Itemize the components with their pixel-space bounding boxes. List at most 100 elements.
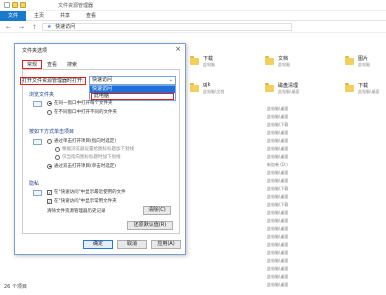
browse-same-window-label: 在同一窗口中打开每个文件夹 (54, 101, 113, 106)
open-explorer-label: 打开文件资源管理器时打开: (20, 77, 86, 85)
list-item[interactable]: 此电脑\桌面 (267, 170, 288, 176)
list-item[interactable]: 此电脑\桌面 (267, 154, 288, 160)
folder-icon[interactable] (345, 56, 354, 65)
recent-files-label: 在"快速访问"中显示最近使用的文件 (54, 190, 126, 195)
folder-icon[interactable] (190, 83, 199, 92)
list-item[interactable]: 此电脑\桌面 (267, 146, 288, 152)
folder-location: 此电脑\文档 (203, 89, 225, 94)
underline-hover-option: 仅当指向图标标题时加下划线 (55, 154, 121, 160)
restore-defaults-button[interactable]: 还原默认值(R) (127, 221, 173, 230)
browse-same-window-option[interactable]: 在同一窗口中打开每个文件夹 (47, 100, 113, 106)
title-bar: 文件资源管理器 (0, 0, 386, 11)
chevron-down-icon: ⌄ (168, 77, 173, 83)
radio-unselected[interactable] (47, 109, 52, 115)
frequent-folders-label: 在"快速访问"中显示常用文件夹 (54, 199, 117, 204)
list-item[interactable]: 此电脑\下载 (267, 186, 288, 192)
address-text: 快速访问 (55, 24, 76, 30)
folder-icon[interactable] (12, 2, 18, 8)
folder-name[interactable]: 图片 (358, 55, 368, 62)
radio-selected[interactable] (47, 100, 52, 106)
folder-name[interactable]: 磁盘清理 (278, 82, 298, 89)
folder-name[interactable]: 下载 (203, 55, 213, 62)
list-item[interactable]: 此电脑\桌面 (267, 282, 288, 288)
ribbon-tab-home[interactable]: 主页 (26, 11, 52, 21)
browse-folders-icon (33, 101, 42, 107)
folder-icon[interactable] (265, 83, 274, 92)
tab-search[interactable]: 搜索 (62, 60, 82, 69)
ribbon-tabs: 文件 主页 共享 查看 (0, 11, 386, 21)
list-item[interactable]: 此电脑\桌面 (267, 210, 288, 216)
list-item[interactable]: 此电脑\桌面 (267, 178, 288, 184)
new-folder-icon[interactable] (20, 2, 26, 8)
list-item[interactable]: 此电脑\桌面 (267, 106, 288, 112)
cancel-button[interactable]: 取消 (117, 240, 147, 249)
clear-history-row: 清除文件资源管理器历史记录 (47, 208, 106, 214)
star-icon: ★ (47, 24, 52, 30)
radio-unselected (55, 154, 60, 160)
folder-location: 此电脑\桌面 (358, 89, 380, 94)
list-item[interactable]: 此电脑\桌面 (267, 130, 288, 136)
list-item[interactable]: 此电脑\桌面 (267, 226, 288, 232)
dialog-title: 文件夹选项 (22, 48, 48, 54)
folder-name[interactable]: 文档 (278, 55, 288, 62)
folder-location: 此电脑 (358, 62, 370, 67)
option-quick-access[interactable]: 快速访问 (90, 86, 175, 93)
list-item[interactable]: 此电脑\桌面 (267, 258, 288, 264)
option-this-pc[interactable]: 此电脑 (91, 93, 174, 100)
clear-history-label: 清除文件资源管理器历史记录 (47, 209, 106, 214)
tab-view[interactable]: 查看 (42, 60, 62, 69)
checkbox-checked[interactable]: ✓ (47, 189, 52, 195)
browse-new-window-option[interactable]: 在不同窗口中打开不同的文件夹 (47, 109, 117, 115)
select-value: 快速访问 (92, 77, 113, 83)
address-bar[interactable]: ★ 快速访问 (42, 23, 292, 31)
browse-new-window-label: 在不同窗口中打开不同的文件夹 (54, 110, 117, 115)
radio-unselected (55, 146, 60, 152)
folder-icon[interactable] (190, 56, 199, 65)
double-click-option[interactable]: 通过双击打开项目(单击时选定) (47, 163, 116, 169)
tab-general[interactable]: 常规 (22, 60, 43, 69)
folder-icon[interactable] (265, 56, 274, 65)
radio-unselected[interactable] (47, 138, 52, 144)
folder-location: 此电脑 (278, 62, 290, 67)
browse-folders-heading: 浏览文件夹 (29, 92, 55, 98)
folder-icon[interactable] (345, 83, 354, 92)
list-item[interactable]: 此电脑\桌面 (267, 266, 288, 272)
folder-name[interactable]: gjk (203, 82, 210, 88)
underline-browser-label: 根据浏览器设置给图标标题加下划线 (62, 147, 134, 152)
list-item[interactable]: 此电脑\桌面 (267, 242, 288, 248)
list-item[interactable]: 此电脑\下载 (267, 122, 288, 128)
ribbon-tab-file[interactable]: 文件 (0, 11, 27, 21)
window-icon (4, 2, 10, 8)
click-items-icon (33, 139, 42, 145)
underline-browser-option: 根据浏览器设置给图标标题加下划线 (55, 146, 134, 152)
status-bar-count: 26 个项目 (4, 284, 27, 290)
folder-name[interactable]: 下载 (358, 82, 368, 89)
window-title: 文件资源管理器 (58, 3, 94, 9)
recent-files-checkbox-row[interactable]: ✓ 在"快速访问"中显示最近使用的文件 (47, 189, 126, 195)
apply-button[interactable]: 应用(A) (151, 240, 181, 249)
back-forward-icon[interactable]: ← → ↑ (6, 24, 40, 31)
open-explorer-dropdown: 快速访问 此电脑 (89, 85, 176, 101)
list-item[interactable]: 新加卷 (D:) (267, 162, 288, 168)
list-item[interactable]: 此电脑\桌面 (267, 274, 288, 280)
list-item[interactable]: 此电脑\桌面 (267, 194, 288, 200)
list-item[interactable]: 此电脑\桌面 (267, 114, 288, 120)
checkbox-checked[interactable]: ✓ (47, 198, 52, 204)
clear-button[interactable]: 清除(C) (143, 206, 171, 215)
single-click-option[interactable]: 通过单击打开项目(指向时选定) (47, 138, 116, 144)
ribbon-tab-view[interactable]: 查看 (78, 11, 104, 21)
frequent-folders-checkbox-row[interactable]: ✓ 在"快速访问"中显示常用文件夹 (47, 198, 117, 204)
list-item[interactable]: 此电脑\桌面 (267, 234, 288, 240)
dialog-tabs: 常规 查看 搜索 (22, 60, 82, 69)
radio-selected[interactable] (47, 163, 52, 169)
list-item[interactable]: 此电脑\桌面 (267, 218, 288, 224)
close-icon[interactable]: × (175, 45, 181, 53)
list-item[interactable]: 此电脑\桌面 (267, 138, 288, 144)
ribbon-tab-share[interactable]: 共享 (52, 11, 78, 21)
ok-button[interactable]: 确定 (83, 240, 113, 249)
list-item[interactable]: 此电脑\桌面 (267, 250, 288, 256)
folder-location: 此电脑 (203, 62, 215, 67)
underline-hover-label: 仅当指向图标标题时加下划线 (62, 155, 121, 160)
open-explorer-select[interactable]: 快速访问 ⌄ (89, 76, 176, 85)
list-item[interactable]: 此电脑\下载 (267, 202, 288, 208)
